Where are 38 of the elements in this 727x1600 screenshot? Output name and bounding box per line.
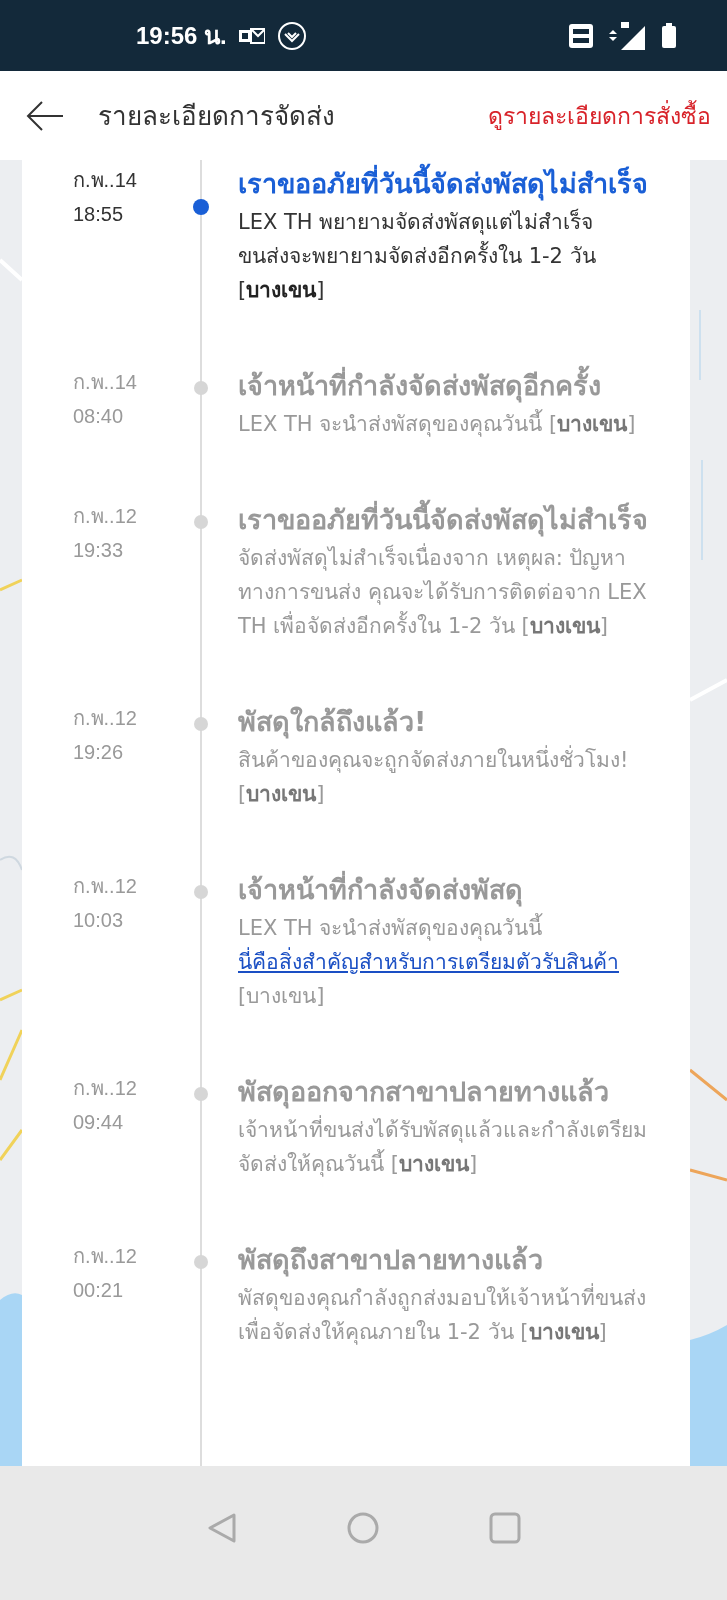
page-title: รายละเอียดการจัดส่ง xyxy=(98,100,336,133)
event-time: 08:40 xyxy=(73,404,125,429)
signal-icon xyxy=(607,21,647,50)
event-description: พัสดุของคุณกำลังถูกส่งมอบให้เจ้าหน้าที่ขนส่งเพื่อจัดส่งให้คุณภายใน 1-2 วัน [บางเขน] xyxy=(238,1281,650,1349)
event-time: 18:55 xyxy=(73,202,125,227)
event-description: LEX TH จะนำส่งพัสดุของคุณวันนี้ นี่คือสิ่งสำคัญสำหรับการเตรียมตัวรับสินค้า [บางเขน] xyxy=(238,911,650,1013)
event-title: เราขออภัยที่วันนี้จัดส่งพัสดุไม่สำเร็จ xyxy=(238,499,650,541)
event-time: 10:03 xyxy=(73,908,125,933)
event-date: ก.พ..12 xyxy=(73,706,138,731)
event-date: ก.พ..12 xyxy=(73,1076,138,1101)
event-time: 00:21 xyxy=(73,1278,125,1303)
back-arrow-icon[interactable] xyxy=(26,100,64,131)
event-time: 19:33 xyxy=(73,538,125,563)
mail-icon xyxy=(238,25,265,46)
back-icon[interactable] xyxy=(206,1512,237,1544)
event-date: ก.พ..14 xyxy=(73,168,138,193)
event-date: ก.พ..12 xyxy=(73,504,138,529)
event-title: พัสดุออกจากสาขาปลายทางแล้ว xyxy=(238,1075,610,1111)
event-description: สินค้าของคุณจะถูกจัดส่งภายในหนึ่งชั่วโมง! [บางเขน] xyxy=(238,743,650,811)
event-description: จัดส่งพัสดุไม่สำเร็จเนื่องจาก เหตุผล: ปัญหาทางการขนส่ง คุณจะได้รับการติดต่อจาก LEX TH เพื่อจัดส่งอีกครั้งใน 1-2 วัน [บางเขน] xyxy=(238,541,650,643)
event-time: 19:26 xyxy=(73,740,125,765)
event-time: 09:44 xyxy=(73,1110,125,1135)
event-date: ก.พ..14 xyxy=(73,370,138,395)
battery-icon xyxy=(661,22,677,49)
home-icon[interactable] xyxy=(346,1512,379,1544)
event-description: LEX TH พยายามจัดส่งพัสดุแต่ไม่สำเร็จ ขนส่งจะพยายามจัดส่งอีกครั้งใน 1-2 วัน [บางเขน] xyxy=(238,207,597,304)
event-description: LEX TH จะนำส่งพัสดุของคุณวันนี้ [บางเขน] xyxy=(238,407,650,441)
event-description: เจ้าหน้าที่ขนส่งได้รับพัสดุแล้วและกำลังเตรียมจัดส่งให้คุณวันนี้ [บางเขน] xyxy=(238,1113,650,1181)
event-title: พัสดุใกล้ถึงแล้ว! xyxy=(238,705,428,741)
order-details-link[interactable]: ดูรายละเอียดการสั่งซื้อ xyxy=(488,97,711,134)
event-title: เจ้าหน้าที่กำลังจัดส่งพัสดุ xyxy=(238,869,650,911)
event-date: ก.พ..12 xyxy=(73,874,138,899)
recent-apps-icon[interactable] xyxy=(488,1512,521,1544)
event-title: พัสดุถึงสาขาปลายทางแล้ว xyxy=(238,1243,544,1279)
clock: 19:56 น. xyxy=(136,21,227,51)
event-title: เราขออภัยที่วันนี้จัดส่งพัสดุไม่สำเร็จ xyxy=(238,163,650,205)
event-title: เจ้าหน้าที่กำลังจัดส่งพัสดุอีกครั้ง xyxy=(238,365,650,407)
event-date: ก.พ..12 xyxy=(73,1244,138,1269)
